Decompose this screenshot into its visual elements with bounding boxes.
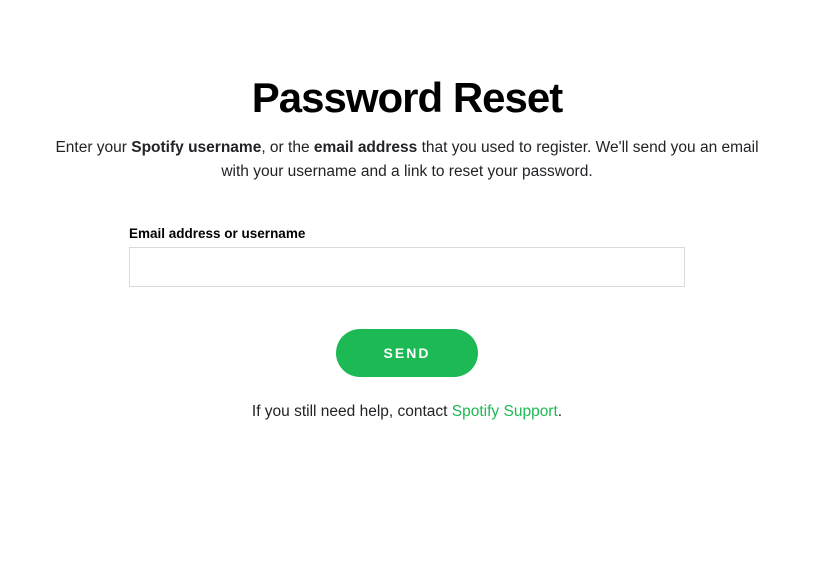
reset-form: Email address or username Send bbox=[129, 226, 685, 377]
help-prefix: If you still need help, contact bbox=[252, 403, 452, 420]
password-reset-container: Password Reset Enter your Spotify userna… bbox=[0, 0, 814, 421]
email-username-label: Email address or username bbox=[129, 226, 685, 241]
help-text: If you still need help, contact Spotify … bbox=[0, 403, 814, 421]
send-button[interactable]: Send bbox=[336, 329, 479, 377]
page-title: Password Reset bbox=[0, 74, 814, 122]
description-text: Enter your bbox=[55, 139, 131, 156]
description-bold-email: email address bbox=[314, 139, 417, 156]
description-bold-username: Spotify username bbox=[131, 139, 261, 156]
description-text: , or the bbox=[261, 139, 314, 156]
page-description: Enter your Spotify username, or the emai… bbox=[42, 136, 772, 184]
spotify-support-link[interactable]: Spotify Support bbox=[452, 403, 558, 420]
email-username-input[interactable] bbox=[129, 247, 685, 287]
button-row: Send bbox=[129, 287, 685, 377]
help-suffix: . bbox=[558, 403, 562, 420]
